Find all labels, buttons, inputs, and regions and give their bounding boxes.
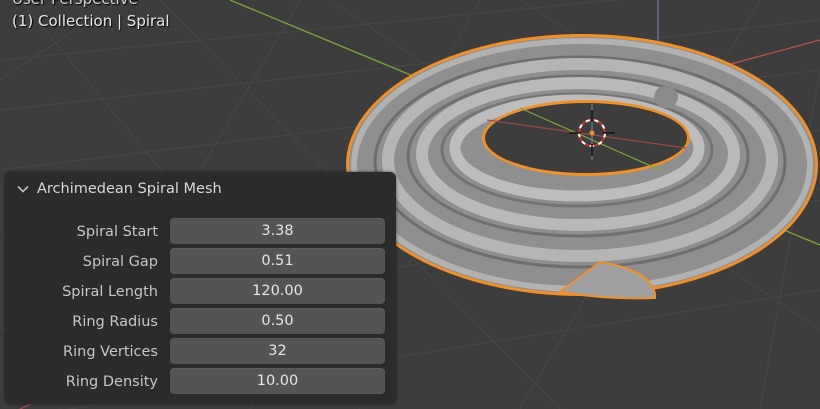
spiral-mesh[interactable]: [346, 34, 818, 300]
panel-header[interactable]: Archimedean Spiral Mesh: [5, 172, 396, 206]
panel-fields: Spiral Start 3.38 Spiral Gap 0.51 Spiral…: [5, 218, 396, 398]
spiral-length-field[interactable]: 120.00: [170, 278, 385, 304]
operator-redo-panel: Archimedean Spiral Mesh Spiral Start 3.3…: [5, 172, 396, 404]
spiral-gap-field[interactable]: 0.51: [170, 248, 385, 274]
ring-density-field[interactable]: 10.00: [170, 368, 385, 394]
ring-vertices-field[interactable]: 32: [170, 338, 385, 364]
ring-radius-field[interactable]: 0.50: [170, 308, 385, 334]
field-row-spiral-gap: Spiral Gap 0.51: [5, 248, 396, 278]
field-row-spiral-length: Spiral Length 120.00: [5, 278, 396, 308]
field-label: Spiral Length: [62, 284, 158, 300]
view-name-label: User Perspective: [12, 0, 138, 8]
spiral-start-field[interactable]: 3.38: [170, 218, 385, 244]
object-info-label: (1) Collection | Spiral: [12, 12, 170, 30]
field-label: Ring Density: [65, 374, 158, 390]
field-row-spiral-start: Spiral Start 3.38: [5, 218, 396, 248]
field-label: Spiral Gap: [82, 254, 158, 270]
chevron-down-icon[interactable]: [17, 183, 29, 195]
field-row-ring-vertices: Ring Vertices 32: [5, 338, 396, 368]
panel-title: Archimedean Spiral Mesh: [37, 181, 222, 197]
field-label: Ring Radius: [72, 314, 158, 330]
field-row-ring-radius: Ring Radius 0.50: [5, 308, 396, 338]
field-row-ring-density: Ring Density 10.00: [5, 368, 396, 398]
field-label: Spiral Start: [76, 224, 158, 240]
field-label: Ring Vertices: [63, 344, 158, 360]
